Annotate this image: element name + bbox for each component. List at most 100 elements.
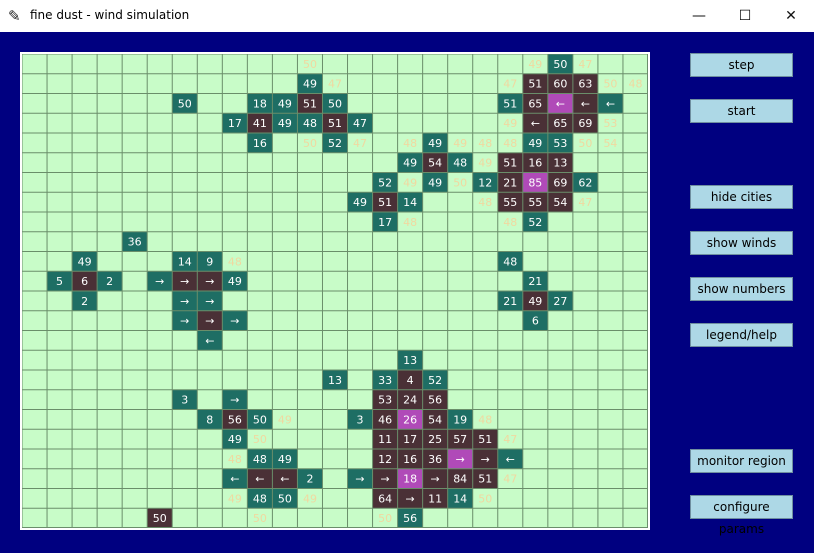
grid-cell-value: 85: [528, 176, 542, 189]
grid-cell-value: 11: [378, 433, 392, 446]
grid-cell-value: 65: [553, 117, 567, 130]
grid-cell-value: 41: [253, 117, 267, 130]
grid-cell-value: 48: [453, 157, 467, 170]
grid-cell-value: →: [205, 275, 214, 288]
grid-cell-value: 63: [578, 78, 592, 91]
grid-cell-value: 51: [503, 157, 517, 170]
show-numbers-button[interactable]: show numbers: [690, 277, 793, 301]
grid-cell-value: 54: [428, 413, 442, 426]
grid-cell-value: 33: [378, 374, 392, 387]
grid-cell-value: 14: [178, 255, 192, 268]
step-button[interactable]: step: [690, 53, 793, 77]
grid-cell-value: 49: [278, 413, 292, 426]
grid-canvas[interactable]: 50 49 50 4749 47 47 51 60 63 50 4850 18 49 51 50 51 65 ← ←…: [22, 54, 648, 528]
grid-cell-value: →: [155, 275, 164, 288]
legend-help-button[interactable]: legend/help: [690, 323, 793, 347]
grid-cell-value: 12: [478, 176, 492, 189]
grid-cell-value: 48: [403, 137, 417, 150]
grid-cell-value: 65: [528, 97, 542, 110]
grid-cell-value: 12: [378, 453, 392, 466]
grid-cell-value: 50: [603, 78, 617, 91]
grid-cell-value: ←: [556, 97, 565, 110]
grid-cell-value: ←: [581, 97, 590, 110]
grid-cell-value: 5: [56, 275, 63, 288]
grid-cell-value: 17: [228, 117, 242, 130]
configure-params-button[interactable]: configure params: [690, 495, 793, 536]
grid-cell-value: 52: [528, 216, 542, 229]
grid-cell-value: ←: [606, 97, 615, 110]
grid-cell-value: 47: [578, 196, 592, 209]
grid-cell-value: 2: [306, 473, 313, 486]
grid-cell-value: 50: [553, 58, 567, 71]
grid-cell-value: 60: [553, 78, 567, 91]
grid-cell-value: 47: [328, 78, 342, 91]
grid-cell-value: 62: [578, 176, 592, 189]
grid-cell-value: 49: [503, 117, 517, 130]
grid-cell-value: 49: [403, 157, 417, 170]
grid-cell-value: 56: [403, 512, 417, 525]
grid-cell-value: →: [180, 295, 189, 308]
grid-cell-value: 54: [603, 137, 617, 150]
grid-cell-value: →: [230, 394, 239, 407]
grid-cell-value: →: [230, 315, 239, 328]
show-winds-button[interactable]: show winds: [690, 231, 793, 255]
grid-cell-value: 21: [528, 275, 542, 288]
grid-cell-value: 48: [228, 255, 242, 268]
grid-cell-value: 49: [228, 492, 242, 505]
start-button[interactable]: start: [690, 99, 793, 123]
simulation-grid[interactable]: 50 49 50 47 49 47 47 51 60 63 50 48 50 18 49 51 50 51 65 ← ←…: [22, 54, 648, 528]
grid-cell-value: 11: [428, 492, 442, 505]
grid-cell-value: 55: [528, 196, 542, 209]
maximize-icon[interactable]: ☐: [722, 0, 768, 32]
grid-cell-value: 51: [328, 117, 342, 130]
grid-cell-value: 50: [303, 58, 317, 71]
grid-cell-value: 18: [253, 97, 267, 110]
grid-cell-value: 3: [357, 413, 364, 426]
grid-cell-value: 69: [553, 176, 567, 189]
grid-cell-value: 57: [453, 433, 467, 446]
grid-cell-value: 49: [428, 176, 442, 189]
grid-cell-value: 49: [228, 275, 242, 288]
grid-cell-value: 49: [478, 157, 492, 170]
grid-cell-value: 49: [278, 97, 292, 110]
grid-cell-value: 53: [603, 117, 617, 130]
grid-cell-value: 8: [206, 413, 213, 426]
grid-cell-value: →: [205, 295, 214, 308]
grid-cell-value: 49: [303, 492, 317, 505]
grid-cell-value: 14: [403, 196, 417, 209]
grid-cell-value: 49: [528, 137, 542, 150]
grid-cell-value: →: [481, 453, 490, 466]
grid-cell-value: 49: [528, 58, 542, 71]
grid-cell-value: 51: [503, 97, 517, 110]
grid-cell-value: ←: [255, 473, 264, 486]
grid-cell-value: 13: [403, 354, 417, 367]
grid-cell-value: 51: [303, 97, 317, 110]
grid-cell-value: 47: [578, 58, 592, 71]
grid-cell-value: →: [431, 473, 440, 486]
grid-cell-value: 16: [528, 157, 542, 170]
grid-cell-value: ←: [280, 473, 289, 486]
grid-cell-value: 50: [578, 137, 592, 150]
close-icon[interactable]: ✕: [768, 0, 814, 32]
grid-cell-value: 48: [478, 196, 492, 209]
grid-cell-value: 6: [532, 315, 539, 328]
grid-cell-value: 17: [378, 216, 392, 229]
grid-cell-value: 52: [378, 176, 392, 189]
grid-cell-value: →: [180, 315, 189, 328]
window-title: fine dust - wind simulation: [30, 8, 190, 22]
grid-cell-value: 48: [228, 453, 242, 466]
grid-cell-value: 54: [553, 196, 567, 209]
grid-cell-value: 47: [503, 473, 517, 486]
grid-cell-value: 69: [578, 117, 592, 130]
minimize-icon[interactable]: —: [676, 0, 722, 32]
grid-cell-value: 25: [428, 433, 442, 446]
grid-cell-value: ←: [230, 473, 239, 486]
grid-cell-value: 49: [303, 78, 317, 91]
grid-cell-value: 53: [553, 137, 567, 150]
monitor-region-button[interactable]: monitor region: [690, 449, 793, 473]
grid-cell-value: 51: [528, 78, 542, 91]
grid-cell-value: 64: [378, 492, 392, 505]
hide-cities-button[interactable]: hide cities: [690, 185, 793, 209]
grid-cell-value: 4: [407, 374, 414, 387]
grid-cell-value: 50: [328, 97, 342, 110]
